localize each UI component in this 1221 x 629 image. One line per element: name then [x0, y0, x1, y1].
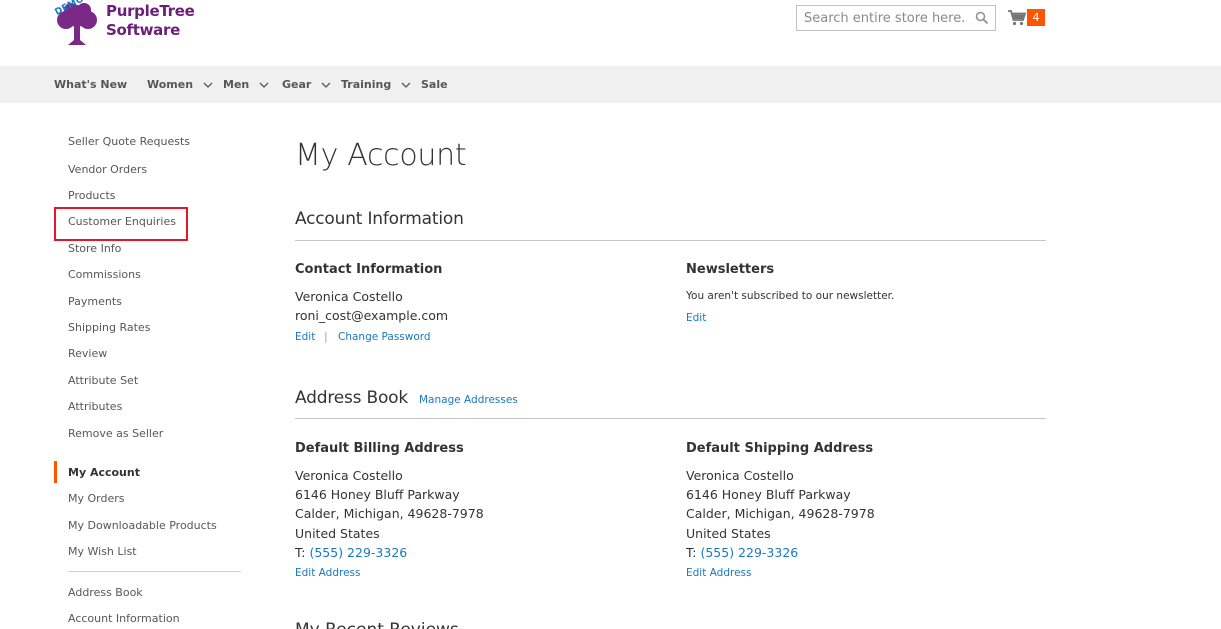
nav-item-label: Training: [341, 78, 392, 91]
sidebar-item-products[interactable]: Products: [68, 189, 116, 202]
newsletter-status: You aren't subscribed to our newsletter.: [686, 290, 895, 302]
recent-reviews-heading: My Recent Reviews: [295, 620, 459, 629]
chevron-down-icon: [203, 82, 213, 88]
contact-name: Veronica Costello: [295, 289, 403, 304]
shipping-country: United States: [686, 526, 771, 541]
chevron-down-icon: [259, 82, 269, 88]
sidebar-item-review[interactable]: Review: [68, 347, 107, 360]
sidebar-divider: [68, 571, 241, 572]
cart-icon: [1008, 10, 1027, 26]
sidebar-item-payments[interactable]: Payments: [68, 295, 122, 308]
sidebar-item-my-downloadable-products[interactable]: My Downloadable Products: [68, 519, 217, 532]
nav-item-women[interactable]: Women: [147, 66, 213, 103]
search-icon[interactable]: [975, 11, 989, 25]
nav-item-men[interactable]: Men: [223, 66, 269, 103]
edit-shipping-address-link[interactable]: Edit Address: [686, 567, 752, 579]
chevron-down-icon: [401, 82, 411, 88]
contact-email: roni_cost@example.com: [295, 308, 449, 323]
sidebar-item-attribute-set[interactable]: Attribute Set: [68, 374, 138, 387]
shipping-phone-row: T: (555) 229-3326: [686, 545, 798, 560]
sidebar-item-store-info[interactable]: Store Info: [68, 242, 121, 255]
highlight-annotation-box: [54, 207, 188, 241]
manage-addresses-link[interactable]: Manage Addresses: [419, 394, 518, 406]
section-divider: [295, 240, 1046, 241]
shipping-phone-prefix: T:: [686, 545, 701, 560]
sidebar-item-my-account: My Account: [68, 466, 140, 479]
shipping-name: Veronica Costello: [686, 468, 794, 483]
nav-item-training[interactable]: Training: [341, 66, 411, 103]
search-form: [796, 5, 996, 31]
sidebar-item-seller-quote-requests[interactable]: Seller Quote Requests: [68, 135, 190, 148]
sidebar-item-account-information[interactable]: Account Information: [68, 612, 180, 625]
nav-item-whats-new[interactable]: What's New: [54, 66, 127, 103]
current-item-indicator: [54, 461, 57, 483]
shipping-phone-link[interactable]: (555) 229-3326: [700, 545, 798, 560]
edit-newsletter-link[interactable]: Edit: [686, 312, 706, 324]
default-shipping-title: Default Shipping Address: [686, 441, 874, 456]
billing-street: 6146 Honey Bluff Parkway: [295, 487, 460, 502]
logo-text-line2: Software: [106, 21, 180, 39]
billing-phone-link[interactable]: (555) 229-3326: [309, 545, 407, 560]
shipping-street: 6146 Honey Bluff Parkway: [686, 487, 851, 502]
billing-country: United States: [295, 526, 380, 541]
billing-city: Calder, Michigan, 49628-7978: [295, 506, 484, 521]
sidebar-item-commissions[interactable]: Commissions: [68, 268, 141, 281]
sidebar-item-my-wish-list[interactable]: My Wish List: [68, 545, 137, 558]
default-billing-title: Default Billing Address: [295, 441, 464, 456]
chevron-down-icon: [321, 82, 331, 88]
nav-item-label: Women: [147, 78, 194, 91]
sidebar-item-vendor-orders[interactable]: Vendor Orders: [68, 163, 147, 176]
account-information-heading: Account Information: [295, 209, 464, 229]
newsletters-title: Newsletters: [686, 262, 775, 277]
sidebar-item-my-orders[interactable]: My Orders: [68, 492, 125, 505]
change-password-link[interactable]: Change Password: [338, 331, 431, 343]
link-separator: |: [324, 330, 328, 343]
minicart-button[interactable]: 4: [1007, 7, 1047, 29]
main-navigation: What's New Women Men Gear Training Sale: [0, 66, 1221, 103]
billing-phone-row: T: (555) 229-3326: [295, 545, 407, 560]
nav-item-sale[interactable]: Sale: [421, 66, 448, 103]
nav-item-label: Sale: [421, 78, 448, 91]
cart-count-badge: 4: [1027, 9, 1045, 26]
nav-item-label: What's New: [54, 78, 128, 91]
store-logo[interactable]: DEMO PurpleTree Software: [53, 0, 195, 50]
edit-billing-address-link[interactable]: Edit Address: [295, 567, 361, 579]
billing-name: Veronica Costello: [295, 468, 403, 483]
address-book-heading: Address Book: [295, 388, 409, 408]
logo-text-line1: PurpleTree: [106, 2, 195, 20]
search-input[interactable]: [797, 6, 967, 30]
sidebar-item-remove-as-seller[interactable]: Remove as Seller: [68, 427, 163, 440]
sidebar-item-attributes[interactable]: Attributes: [68, 400, 122, 413]
nav-item-label: Men: [223, 78, 250, 91]
nav-item-gear[interactable]: Gear: [282, 66, 331, 103]
sidebar-item-shipping-rates[interactable]: Shipping Rates: [68, 321, 150, 334]
billing-phone-prefix: T:: [295, 545, 310, 560]
nav-item-label: Gear: [282, 78, 312, 91]
page-title: My Account: [295, 138, 467, 173]
edit-contact-link[interactable]: Edit: [295, 331, 315, 343]
contact-information-title: Contact Information: [295, 262, 443, 277]
section-divider: [295, 418, 1046, 419]
shipping-city: Calder, Michigan, 49628-7978: [686, 506, 875, 521]
sidebar-item-address-book[interactable]: Address Book: [68, 586, 143, 599]
